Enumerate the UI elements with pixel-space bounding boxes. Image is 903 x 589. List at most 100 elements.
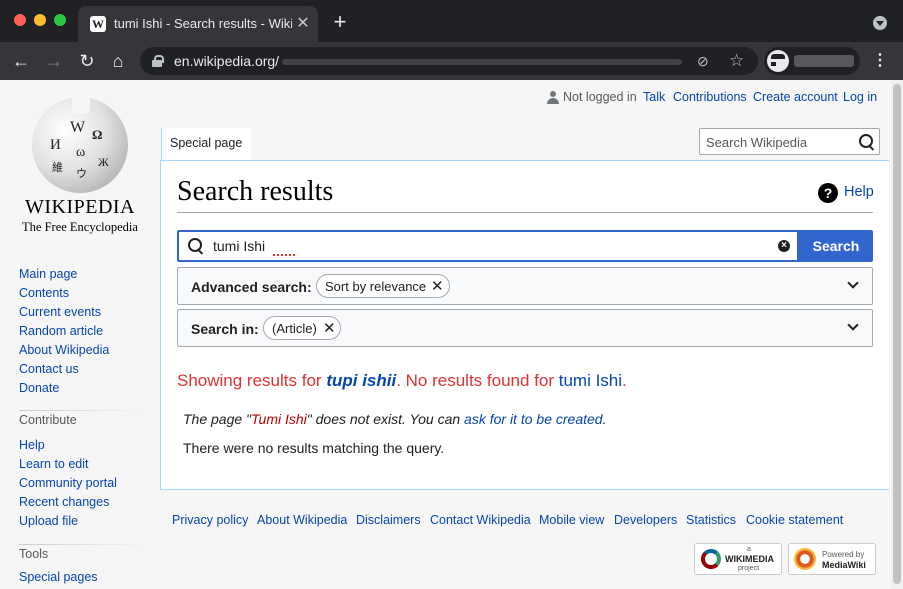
forward-arrow-icon[interactable]: → xyxy=(43,50,65,72)
tab-search-icon[interactable] xyxy=(873,16,887,30)
profile-button[interactable] xyxy=(764,47,860,75)
url-redacted xyxy=(282,59,682,65)
log-in-link[interactable]: Log in xyxy=(843,90,877,104)
tab-close-icon[interactable]: ✕ xyxy=(294,15,312,33)
chevron-down-icon[interactable] xyxy=(848,280,858,290)
original-query-link[interactable]: tumi Ishi xyxy=(559,371,622,390)
clear-input-icon[interactable]: × xyxy=(778,240,790,252)
sort-relevance-chip-label: Sort by relevance xyxy=(325,279,427,294)
footer-privacy-policy[interactable]: Privacy policy xyxy=(172,513,248,527)
sidebar-item-recent-changes[interactable]: Recent changes xyxy=(19,493,117,512)
help-icon: ? xyxy=(818,183,838,203)
profile-name-redacted xyxy=(794,55,854,67)
sidebar-item-help[interactable]: Help xyxy=(19,436,117,455)
sidebar-item-main-page[interactable]: Main page xyxy=(19,265,109,284)
no-results-message: There were no results matching the query… xyxy=(183,440,445,456)
logo-wordmark: WIKIPEDIA xyxy=(24,196,136,218)
talk-link[interactable]: Talk xyxy=(643,90,665,104)
browser-menu-icon[interactable]: ⋮ xyxy=(872,52,888,70)
title-divider xyxy=(177,212,873,213)
browser-tab-bar: W tumi Ishi - Search results - Wikipedia… xyxy=(0,0,903,42)
footer-developers[interactable]: Developers xyxy=(614,513,677,527)
spellcheck-underline xyxy=(273,254,295,256)
logo-tagline: The Free Encyclopedia xyxy=(22,220,138,234)
user-icon xyxy=(547,91,559,104)
request-article-link[interactable]: ask for it to be created xyxy=(464,411,603,427)
address-bar[interactable]: en.wikipedia.org/ ⊘ ☆ xyxy=(140,47,758,75)
advanced-search-label: Advanced search: xyxy=(191,279,312,295)
help-label: Help xyxy=(844,184,874,200)
wikipedia-logo[interactable]: W Ω И ω 維 ウ Ж WIKIPEDIA The Free Encyclo… xyxy=(18,92,142,237)
contributions-link[interactable]: Contributions xyxy=(673,90,747,104)
home-icon[interactable]: ⌂ xyxy=(107,50,129,72)
scrollbar-thumb[interactable] xyxy=(893,84,901,584)
sidebar-item-special-pages[interactable]: Special pages xyxy=(19,568,98,587)
incognito-icon xyxy=(767,50,795,72)
not-logged-in-label: Not logged in xyxy=(563,90,637,104)
wikipedia-favicon-icon: W xyxy=(90,16,106,32)
suggestion-link[interactable]: tupi ishii xyxy=(326,371,396,390)
sidebar-item-community-portal[interactable]: Community portal xyxy=(19,474,117,493)
query-text: tumi Ishi xyxy=(213,238,266,254)
footer-statistics[interactable]: Statistics xyxy=(686,513,736,527)
browser-tab[interactable]: W tumi Ishi - Search results - Wikipedia… xyxy=(78,6,318,42)
lock-icon[interactable] xyxy=(152,55,164,67)
page-not-exist-message: The page "Tumi Ishi" does not exist. You… xyxy=(183,411,607,427)
search-icon xyxy=(188,238,204,254)
window-minimize-button[interactable] xyxy=(34,14,46,26)
sort-relevance-chip[interactable]: Sort by relevance ✕ xyxy=(316,274,450,298)
footer-disclaimers[interactable]: Disclaimers xyxy=(356,513,421,527)
article-namespace-chip[interactable]: (Article) ✕ xyxy=(263,316,341,340)
sidebar-item-current-events[interactable]: Current events xyxy=(19,303,109,322)
sidebar-divider xyxy=(19,544,146,545)
sidebar-item-random-article[interactable]: Random article xyxy=(19,322,109,341)
sidebar-item-upload-file[interactable]: Upload file xyxy=(19,512,117,531)
footer-mobile-view[interactable]: Mobile view xyxy=(539,513,604,527)
wikimedia-project-badge[interactable]: a WIKIMEDIA project xyxy=(694,543,782,575)
missing-page-link[interactable]: Tumi Ishi xyxy=(251,411,307,427)
back-arrow-icon[interactable]: ← xyxy=(10,50,32,72)
footer-contact-wikipedia[interactable]: Contact Wikipedia xyxy=(430,513,531,527)
browser-toolbar: ← → ↻ ⌂ en.wikipedia.org/ ⊘ ☆ ⋮ xyxy=(0,42,903,80)
eye-slash-icon[interactable]: ⊘ xyxy=(697,53,715,69)
sidebar-item-contact-us[interactable]: Contact us xyxy=(19,360,109,379)
page-title: Search results xyxy=(177,176,334,207)
sidebar-contribute: Help Learn to edit Community portal Rece… xyxy=(19,436,117,531)
window-zoom-button[interactable] xyxy=(54,14,66,26)
new-tab-button[interactable]: + xyxy=(330,11,350,33)
sidebar-heading-tools: Tools xyxy=(19,547,49,561)
wikimedia-logo-icon xyxy=(701,549,721,569)
article-namespace-chip-label: (Article) xyxy=(272,321,317,336)
footer-about-wikipedia[interactable]: About Wikipedia xyxy=(257,513,347,527)
window-close-button[interactable] xyxy=(14,14,26,26)
sidebar-item-donate[interactable]: Donate xyxy=(19,379,109,398)
reload-icon[interactable]: ↻ xyxy=(76,50,98,72)
chip-close-icon[interactable]: ✕ xyxy=(323,319,336,337)
create-account-link[interactable]: Create account xyxy=(753,90,838,104)
sidebar-tools: Special pages xyxy=(19,568,98,587)
advanced-search-panel[interactable]: Advanced search: Sort by relevance ✕ xyxy=(177,267,873,305)
main-content: Search results ? Help tumi Ishi × Search… xyxy=(160,160,889,490)
page-viewport: W Ω И ω 維 ウ Ж WIKIPEDIA The Free Encyclo… xyxy=(0,80,891,589)
sidebar-heading-contribute: Contribute xyxy=(19,413,77,427)
search-button[interactable]: Search xyxy=(799,230,873,262)
chevron-down-icon[interactable] xyxy=(848,322,858,332)
sidebar-item-learn-to-edit[interactable]: Learn to edit xyxy=(19,455,117,474)
wikipedia-search-input[interactable]: Search Wikipedia xyxy=(699,128,880,155)
search-icon[interactable] xyxy=(859,134,875,150)
query-input[interactable]: tumi Ishi × xyxy=(177,230,799,262)
mediawiki-logo-icon xyxy=(794,548,816,570)
tab-special-page[interactable]: Special page xyxy=(161,128,251,160)
sidebar-item-about-wikipedia[interactable]: About Wikipedia xyxy=(19,341,109,360)
bookmark-star-icon[interactable]: ☆ xyxy=(729,51,747,70)
sidebar-item-contents[interactable]: Contents xyxy=(19,284,109,303)
footer-cookie-statement[interactable]: Cookie statement xyxy=(746,513,843,527)
url-text: en.wikipedia.org/ xyxy=(174,53,280,69)
search-in-label: Search in: xyxy=(191,321,259,337)
powered-by-mediawiki-badge[interactable]: Powered by MediaWiki xyxy=(788,543,876,575)
personal-tools: Not logged in Talk Contributions Create … xyxy=(0,90,891,108)
showing-results-message: Showing results for tupi ishii. No resul… xyxy=(177,371,627,390)
sidebar-divider xyxy=(19,410,146,411)
search-in-panel[interactable]: Search in: (Article) ✕ xyxy=(177,309,873,347)
chip-close-icon[interactable]: ✕ xyxy=(431,277,444,295)
